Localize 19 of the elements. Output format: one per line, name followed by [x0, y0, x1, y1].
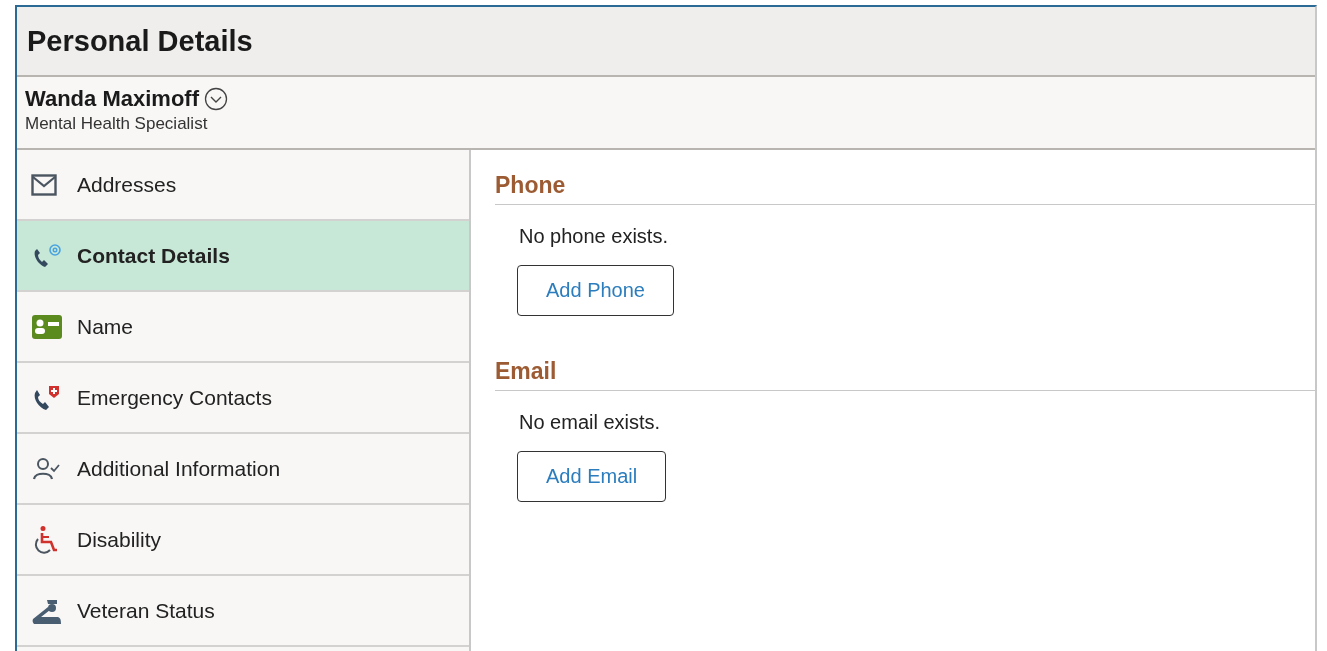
person-name: Wanda Maximoff: [25, 86, 199, 112]
sidebar-item[interactable]: Additional Information: [17, 434, 469, 505]
section-heading: Email: [495, 358, 1315, 391]
sidebar-item[interactable]: Contact Details: [17, 221, 469, 292]
sidebar-item[interactable]: Veteran Status: [17, 576, 469, 647]
empty-message: No phone exists.: [519, 225, 668, 248]
job-title: Mental Health Specialist: [25, 114, 208, 134]
chevron-down-icon[interactable]: [204, 87, 228, 111]
sidebar-item[interactable]: Name: [17, 292, 469, 363]
envelope-icon: [31, 173, 57, 196]
add-button[interactable]: Add Phone: [517, 265, 674, 316]
id-card-icon: [31, 312, 63, 341]
empty-message: No email exists.: [519, 411, 661, 434]
page-title: Personal Details: [27, 24, 253, 58]
sidebar-item[interactable]: Disability: [17, 505, 469, 576]
person-check-icon: [31, 455, 61, 482]
add-button[interactable]: Add Email: [517, 451, 667, 502]
section-heading: Phone: [495, 172, 1315, 205]
sidebar-item[interactable]: Emergency Contacts: [17, 363, 469, 434]
